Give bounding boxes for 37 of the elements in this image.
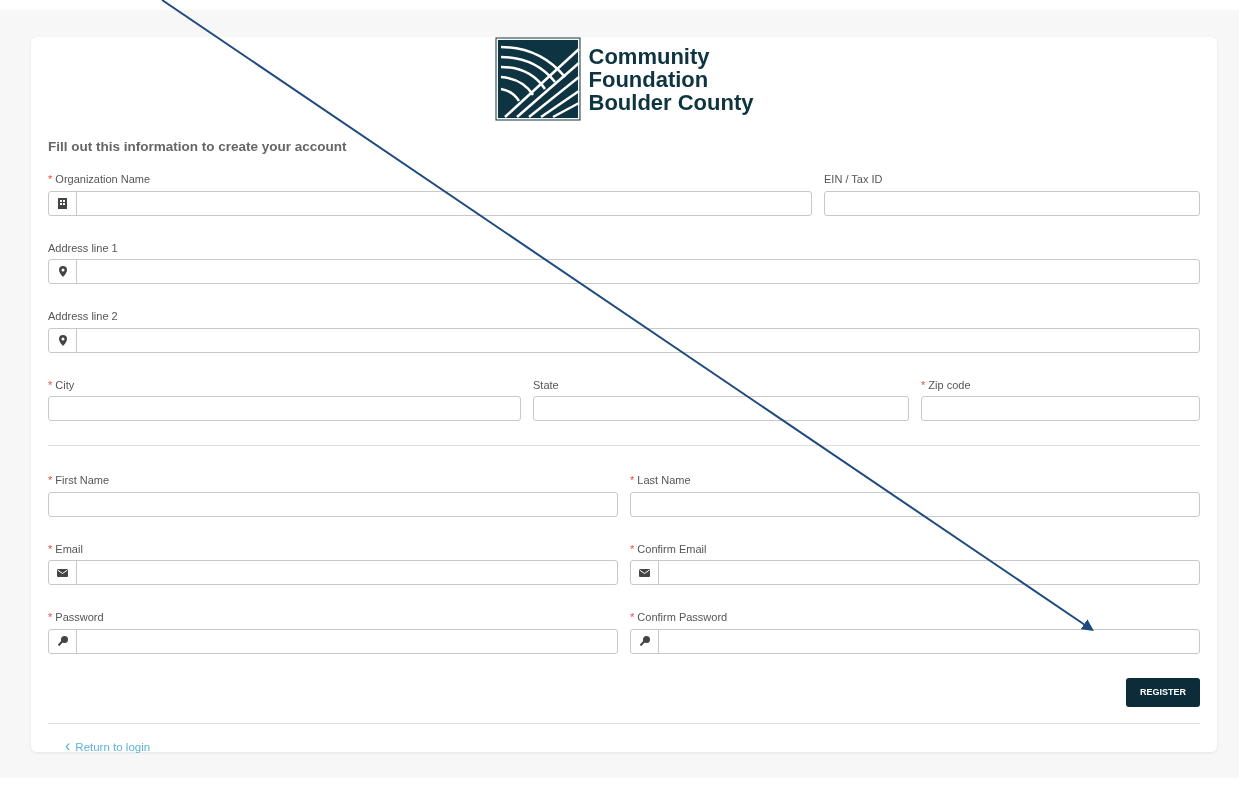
location-pin-icon — [58, 266, 67, 278]
register-button[interactable]: REGISTER — [1126, 677, 1200, 708]
input-field[interactable] — [48, 628, 618, 654]
input-field[interactable] — [48, 491, 618, 517]
field-label: * Zip code — [921, 377, 972, 393]
field-label: * Organization Name — [48, 172, 152, 188]
field-label: * Password — [48, 610, 105, 626]
logo-text-line: Boulder County — [588, 90, 754, 114]
field-label: * Email — [48, 541, 84, 557]
location-pin-icon — [58, 334, 67, 346]
input-field[interactable] — [48, 259, 1200, 285]
field-label: * First Name — [48, 473, 111, 489]
input-field[interactable] — [533, 396, 909, 422]
input-field[interactable] — [48, 396, 521, 422]
field-label: Address line 1 — [48, 240, 119, 256]
field-label: Address line 2 — [48, 309, 119, 325]
key-icon — [639, 636, 650, 647]
field-label: * Confirm Password — [630, 610, 729, 626]
input-field[interactable] — [630, 491, 1200, 517]
input-field[interactable] — [48, 190, 812, 216]
input-field[interactable] — [630, 628, 1200, 654]
envelope-icon — [57, 568, 68, 577]
input-field[interactable] — [630, 560, 1200, 586]
input-field[interactable] — [824, 190, 1200, 216]
field-label: * Confirm Email — [630, 541, 708, 557]
field-label: * Last Name — [630, 473, 692, 489]
form-heading: Fill out this information to create your account — [48, 138, 348, 156]
input-field[interactable] — [48, 327, 1200, 353]
field-label: * City — [48, 377, 76, 393]
field-label: EIN / Tax ID — [824, 172, 884, 188]
input-field[interactable] — [921, 396, 1200, 422]
envelope-icon — [639, 568, 650, 577]
building-icon — [58, 197, 67, 209]
input-field[interactable] — [48, 560, 618, 586]
field-label: State — [533, 377, 560, 393]
key-icon — [57, 636, 68, 647]
logo-text-line: Community — [588, 44, 711, 68]
